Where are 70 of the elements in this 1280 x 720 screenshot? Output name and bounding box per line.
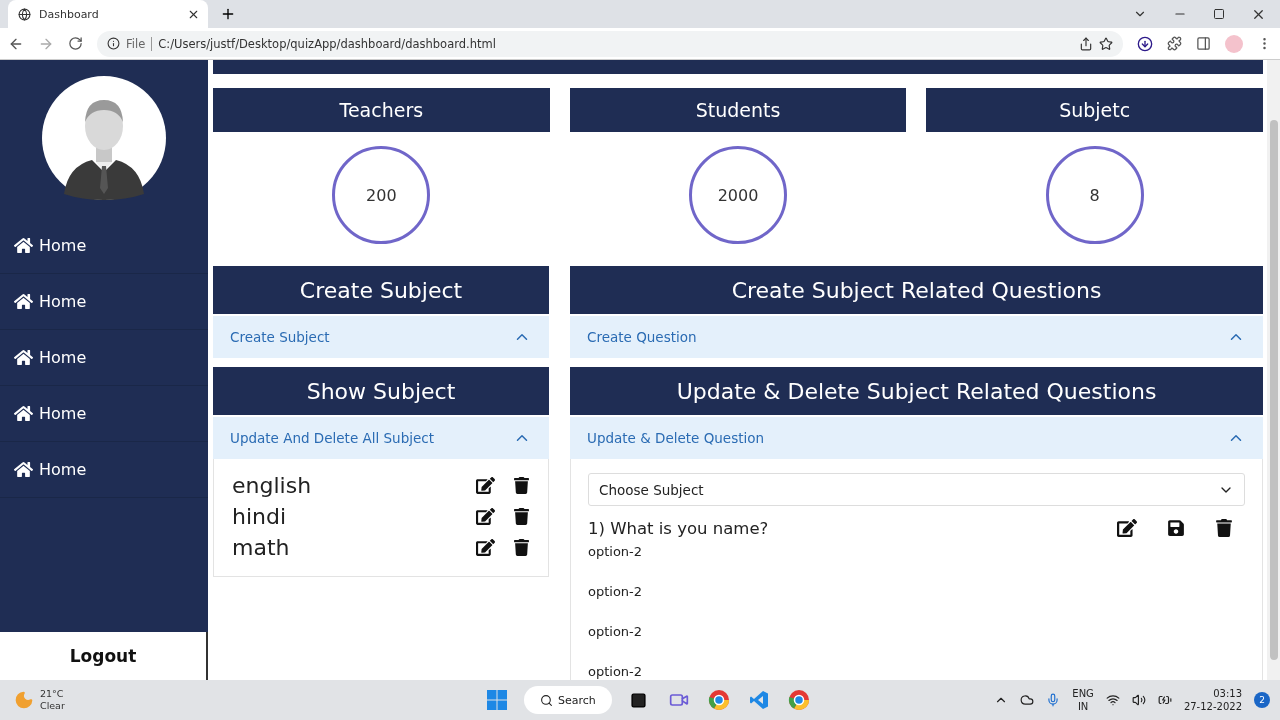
- stat-count: 8: [1045, 146, 1144, 244]
- subject-select[interactable]: Choose Subject: [588, 473, 1245, 506]
- home-icon: [14, 404, 33, 423]
- globe-icon: [18, 7, 31, 21]
- avatar-icon: [42, 76, 166, 200]
- share-icon[interactable]: [1079, 36, 1093, 51]
- reload-icon[interactable]: [68, 36, 83, 51]
- save-button[interactable]: [1167, 519, 1185, 537]
- subject-name: english: [232, 473, 313, 498]
- nav-item[interactable]: Home: [0, 386, 208, 442]
- accordion-header[interactable]: Update & Delete Question: [570, 417, 1263, 459]
- delete-button[interactable]: [513, 539, 530, 556]
- accordion-header[interactable]: Create Question: [570, 316, 1263, 358]
- option-text: option-2: [588, 583, 644, 601]
- question-text: 1) What is you name?: [588, 518, 770, 538]
- delete-button[interactable]: [1215, 519, 1233, 537]
- accordion-header[interactable]: Create Subject: [213, 316, 549, 358]
- windows-start-icon[interactable]: [484, 687, 510, 713]
- search-icon: [540, 693, 553, 707]
- section-title: Create Subject Related Questions: [570, 266, 1263, 314]
- subject-name: math: [232, 535, 291, 560]
- option-text: option-2: [588, 623, 644, 641]
- stat-count: 200: [332, 146, 431, 244]
- section-title: Create Subject: [213, 266, 549, 314]
- cloud-icon[interactable]: [1020, 693, 1035, 707]
- edit-button[interactable]: [1117, 518, 1137, 538]
- search-button[interactable]: Search: [524, 686, 612, 714]
- nav-item[interactable]: Home: [0, 218, 208, 274]
- extensions-icon[interactable]: [1167, 36, 1182, 51]
- home-icon: [14, 292, 33, 311]
- edit-button[interactable]: [476, 538, 495, 557]
- notification-badge[interactable]: 2: [1254, 692, 1270, 708]
- star-icon[interactable]: [1099, 36, 1113, 51]
- maximize-icon[interactable]: [1213, 8, 1225, 20]
- delete-button[interactable]: [513, 477, 530, 494]
- nav-item[interactable]: Home: [0, 442, 208, 498]
- section-title: Update & Delete Subject Related Questions: [570, 367, 1263, 415]
- side-panel-icon[interactable]: [1196, 36, 1211, 51]
- section-title: Show Subject: [213, 367, 549, 415]
- nav-item[interactable]: Home: [0, 274, 208, 330]
- stat-title: Students: [569, 88, 907, 132]
- stat-title: Subjetc: [926, 88, 1263, 132]
- home-icon: [14, 460, 33, 479]
- edit-button[interactable]: [476, 476, 495, 495]
- volume-icon[interactable]: [1131, 693, 1146, 707]
- new-tab-icon[interactable]: [220, 6, 236, 22]
- edit-button[interactable]: [476, 507, 495, 526]
- clock[interactable]: 03:13 27-12-2022: [1183, 687, 1242, 713]
- delete-button[interactable]: [513, 508, 530, 525]
- accordion-header[interactable]: Update And Delete All Subject: [213, 417, 549, 459]
- option-text: option-2: [588, 663, 644, 680]
- moon-icon: [14, 690, 34, 710]
- logout-button[interactable]: Logout: [0, 632, 208, 680]
- stat-title: Teachers: [213, 88, 550, 132]
- microphone-icon[interactable]: [1046, 693, 1061, 707]
- stat-count: 2000: [689, 146, 787, 244]
- battery-icon[interactable]: [1157, 693, 1172, 707]
- option-text: option-2: [588, 543, 644, 561]
- language-indicator[interactable]: ENG IN: [1072, 687, 1094, 713]
- info-icon: [107, 37, 120, 50]
- download-icon[interactable]: [1137, 35, 1153, 52]
- home-icon: [14, 348, 33, 367]
- weather-text: 21°C Clear: [40, 688, 65, 712]
- browser-tab[interactable]: Dashboard: [8, 0, 208, 28]
- wifi-icon[interactable]: [1105, 693, 1120, 707]
- address-bar[interactable]: File C:/Users/justf/Desktop/quizApp/dashboard/dashboard.html: [97, 30, 1123, 57]
- subject-name: hindi: [232, 504, 288, 529]
- scrollbar[interactable]: [1267, 60, 1280, 680]
- home-icon: [14, 236, 33, 255]
- nav-item[interactable]: Home: [0, 330, 208, 386]
